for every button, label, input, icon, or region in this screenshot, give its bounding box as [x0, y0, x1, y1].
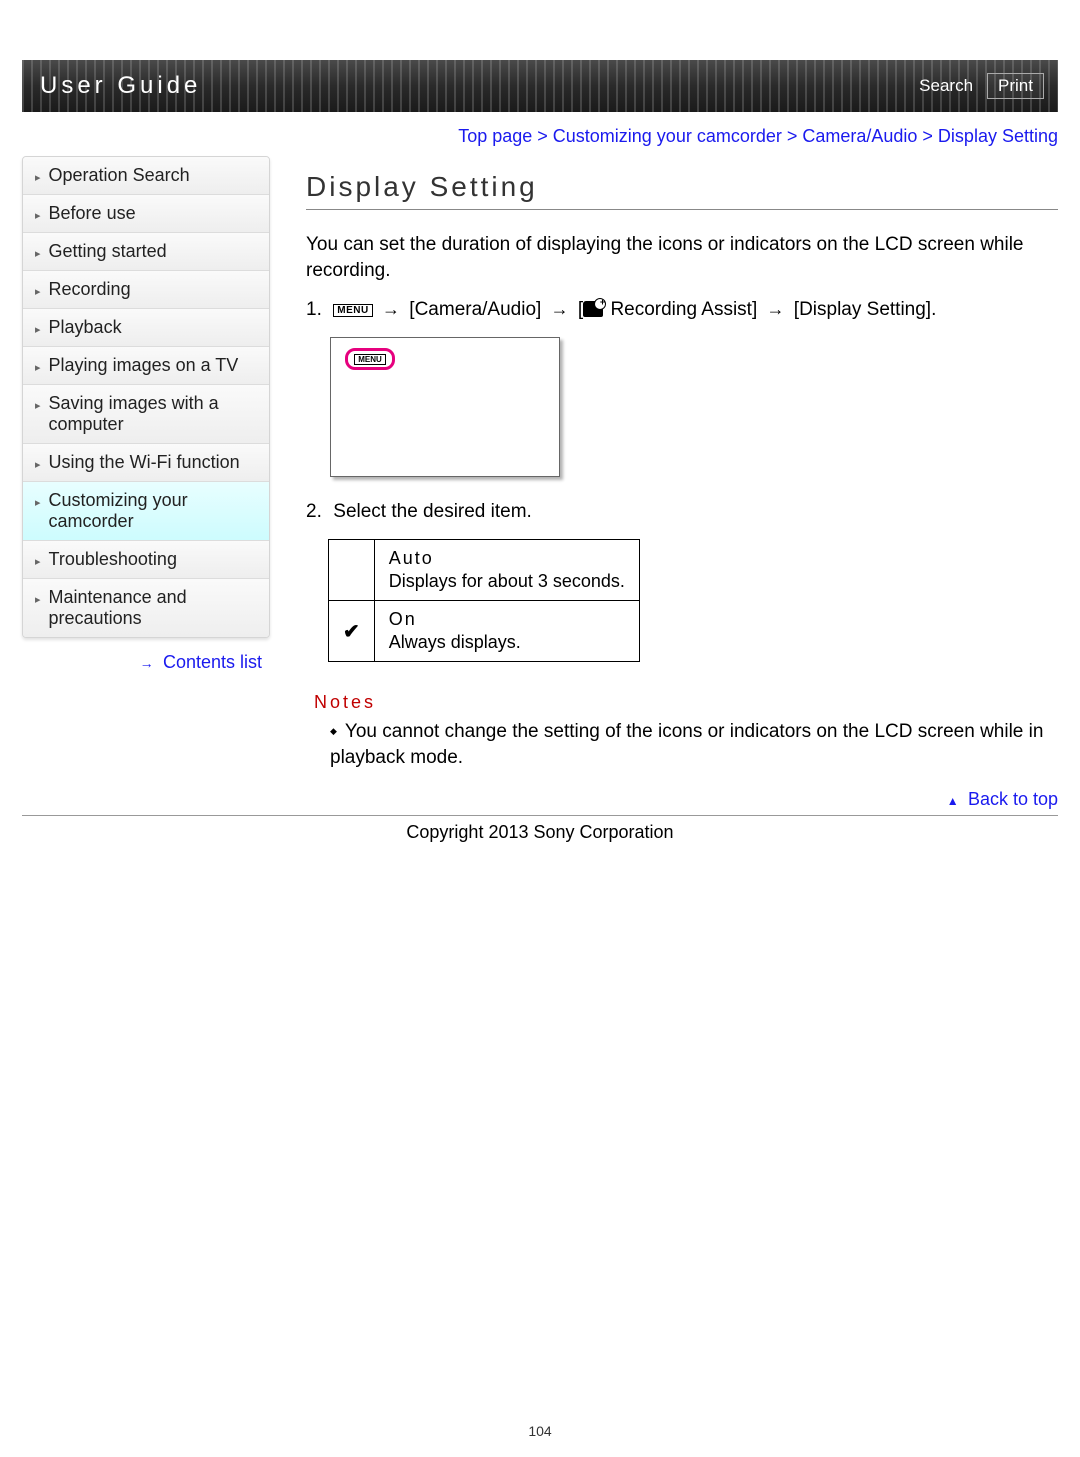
sidebar-item-troubleshooting[interactable]: ▸ Troubleshooting: [23, 541, 269, 579]
step2-text: Select the desired item.: [333, 501, 532, 522]
sidebar-item-customizing[interactable]: ▸ Customizing your camcorder: [23, 482, 269, 541]
step-2: 2. Select the desired item.: [306, 501, 1058, 523]
menu-badge-icon: MENU: [333, 304, 372, 317]
sidebar-item-label: Customizing your camcorder: [49, 490, 259, 532]
back-to-top-link[interactable]: Back to top: [968, 789, 1058, 809]
sidebar-item-label: Using the Wi-Fi function: [49, 452, 240, 473]
sidebar-item-maintenance[interactable]: ▸ Maintenance and precautions: [23, 579, 269, 637]
sidebar-item-wifi[interactable]: ▸ Using the Wi-Fi function: [23, 444, 269, 482]
option-check-cell: [329, 540, 375, 601]
option-name: On: [389, 609, 625, 630]
option-desc: Displays for about 3 seconds.: [389, 571, 625, 591]
back-to-top-row: ▲ Back to top: [0, 789, 1058, 811]
intro-text: You can set the duration of displaying t…: [306, 232, 1058, 283]
sidebar-item-before-use[interactable]: ▸ Before use: [23, 195, 269, 233]
page-title: Display Setting: [306, 171, 1058, 210]
options-table: Auto Displays for about 3 seconds. ✔ On …: [328, 539, 640, 662]
notes-heading: Notes: [314, 692, 1058, 713]
sidebar-item-recording[interactable]: ▸ Recording: [23, 271, 269, 309]
chevron-right-icon: ▸: [35, 247, 41, 260]
sidebar-item-label: Getting started: [49, 241, 167, 262]
sidebar-item-label: Recording: [49, 279, 131, 300]
main-content: Top page > Customizing your camcorder > …: [270, 126, 1058, 771]
header-title: User Guide: [40, 72, 201, 100]
chevron-right-icon: ▸: [35, 399, 41, 412]
menu-highlight-icon: MENU: [345, 348, 395, 370]
option-cell: On Always displays.: [374, 601, 639, 662]
menu-badge-icon: MENU: [354, 354, 386, 365]
contents-list-link[interactable]: Contents list: [163, 652, 262, 672]
chevron-right-icon: ▸: [35, 171, 41, 184]
option-check-cell: ✔: [329, 601, 375, 662]
chevron-right-icon: ▸: [35, 593, 41, 606]
chevron-right-icon: ▸: [35, 285, 41, 298]
option-desc: Always displays.: [389, 632, 521, 652]
sidebar-item-label: Troubleshooting: [49, 549, 177, 570]
option-name: Auto: [389, 548, 625, 569]
copyright-text: Copyright 2013 Sony Corporation: [0, 816, 1080, 843]
step1-seg3: [Display Setting].: [794, 299, 937, 320]
page-layout: ▸ Operation Search ▸ Before use ▸ Gettin…: [22, 126, 1058, 771]
recording-assist-icon: [583, 301, 603, 317]
step-number: 2.: [306, 501, 328, 523]
search-link[interactable]: Search: [919, 76, 973, 96]
option-cell: Auto Displays for about 3 seconds.: [374, 540, 639, 601]
sidebar-menu: ▸ Operation Search ▸ Before use ▸ Gettin…: [22, 156, 270, 638]
table-row: ✔ On Always displays.: [329, 601, 640, 662]
chevron-right-icon: ▸: [35, 209, 41, 222]
sidebar-item-label: Saving images with a computer: [49, 393, 259, 435]
check-icon: ✔: [343, 621, 360, 643]
step-1: 1. MENU → [Camera/Audio] → [ Recording A…: [306, 299, 1058, 321]
sidebar-item-saving-computer[interactable]: ▸ Saving images with a computer: [23, 385, 269, 444]
sidebar-item-label: Playback: [49, 317, 122, 338]
chevron-right-icon: ▸: [35, 458, 41, 471]
sidebar-item-label: Operation Search: [49, 165, 190, 186]
contents-link-row: → Contents list: [22, 638, 270, 674]
table-row: Auto Displays for about 3 seconds.: [329, 540, 640, 601]
page-number: 104: [0, 1423, 1080, 1439]
step-number: 1.: [306, 299, 328, 321]
sidebar-item-label: Maintenance and precautions: [49, 587, 259, 629]
notes-list: You cannot change the setting of the ico…: [306, 719, 1058, 770]
note-item: You cannot change the setting of the ico…: [330, 719, 1058, 770]
triangle-up-icon: ▲: [947, 794, 959, 808]
print-button[interactable]: Print: [987, 73, 1044, 99]
sidebar-item-label: Before use: [49, 203, 136, 224]
header-bar: User Guide Search Print: [22, 60, 1058, 112]
arrow-right-icon: →: [140, 655, 154, 671]
arrow-right-icon: →: [767, 299, 785, 320]
sidebar: ▸ Operation Search ▸ Before use ▸ Gettin…: [22, 156, 270, 674]
sidebar-item-label: Playing images on a TV: [49, 355, 239, 376]
chevron-right-icon: ▸: [35, 361, 41, 374]
arrow-right-icon: →: [551, 299, 569, 320]
chevron-right-icon: ▸: [35, 555, 41, 568]
sidebar-item-playback[interactable]: ▸ Playback: [23, 309, 269, 347]
sidebar-item-playing-on-tv[interactable]: ▸ Playing images on a TV: [23, 347, 269, 385]
step1-seg1: [Camera/Audio]: [409, 299, 546, 320]
breadcrumb[interactable]: Top page > Customizing your camcorder > …: [306, 126, 1058, 171]
sidebar-item-getting-started[interactable]: ▸ Getting started: [23, 233, 269, 271]
arrow-right-icon: →: [382, 299, 400, 320]
chevron-right-icon: ▸: [35, 496, 41, 509]
header-actions: Search Print: [919, 73, 1044, 99]
step1-seg2: Recording Assist]: [610, 299, 762, 320]
sidebar-item-operation-search[interactable]: ▸ Operation Search: [23, 157, 269, 195]
chevron-right-icon: ▸: [35, 323, 41, 336]
lcd-screen-illustration: MENU: [330, 337, 560, 477]
